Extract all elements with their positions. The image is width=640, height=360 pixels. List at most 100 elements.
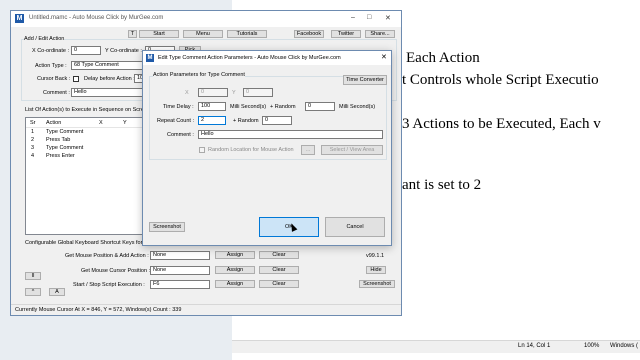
repeat-random-input[interactable]: 0 — [262, 116, 292, 125]
row-sr: 2 — [31, 137, 35, 143]
random-delay-input[interactable]: 0 — [305, 102, 335, 111]
shortcut-input-1[interactable]: None — [150, 251, 210, 260]
row-action: Type Comment — [46, 129, 84, 135]
dialog-close-icon[interactable]: ✕ — [381, 53, 387, 61]
cursor-back-checkbox[interactable] — [73, 76, 79, 82]
shortcut-section-label: Configurable Global Keyboard Shortcut Ke… — [25, 240, 149, 246]
clear-button-2[interactable]: Clear — [259, 266, 299, 274]
comment-label: Comment : — [43, 90, 70, 96]
main-status-bar: Currently Mouse Cursor At X = 846, Y = 5… — [11, 304, 401, 316]
row-sr: 4 — [31, 153, 35, 159]
move-up-button[interactable]: ^ — [25, 288, 41, 296]
repeat-count-input[interactable]: 2 — [198, 116, 226, 125]
assign-button-3[interactable]: Assign — [215, 280, 255, 288]
toolbar-start-button[interactable]: Start — [139, 30, 179, 38]
add-edit-group-label: Add / Edit Action — [24, 36, 65, 42]
assign-button-1[interactable]: Assign — [215, 251, 255, 259]
row-action: Press Enter — [46, 153, 75, 159]
dialog-screenshot-button[interactable]: Screenshot — [149, 222, 185, 232]
col-x-header[interactable]: X — [99, 120, 103, 126]
screenshot-button[interactable]: Screenshot — [359, 280, 395, 288]
notepad-line-1: Each Action — [406, 50, 480, 66]
toolbar-facebook-button[interactable]: Facebook — [294, 30, 324, 38]
y-coord-label: Y Co-ordinate : — [105, 48, 142, 54]
list-label: List Of Action(s) to Execute in Sequence… — [25, 107, 151, 113]
dialog-title: Edit Type Comment Action Parameters - Au… — [158, 55, 341, 61]
time-delay-input[interactable]: 100 — [198, 102, 226, 111]
row-action: Type Comment — [46, 145, 84, 151]
time-delay-label: Time Delay : — [163, 104, 194, 110]
notepad-line-2: t Controls whole Script Executio — [402, 72, 599, 88]
dots-button[interactable]: ... — [301, 145, 315, 155]
toolbar-twitter-button[interactable]: Twitter — [331, 30, 361, 38]
toolbar-tutorials-button[interactable]: Tutorials — [227, 30, 267, 38]
row-sr: 3 — [31, 145, 35, 151]
toolbar-t-button[interactable]: T — [128, 30, 137, 38]
dialog-comment-input[interactable]: Hello — [198, 130, 383, 139]
notepad-line-4: ant is set to 2 — [402, 177, 482, 193]
main-title-bar: M Untitled.mamc - Auto Mouse Click by Mu… — [11, 11, 401, 27]
shortcut-label-1: Get Mouse Position & Add Action : — [65, 253, 149, 259]
x-coord-label: X Co-ordinate : — [32, 48, 69, 54]
notepad-status-zoom: 100% — [584, 343, 600, 349]
toolbar-menu-button[interactable]: Menu — [183, 30, 223, 38]
minimize-icon[interactable]: – — [351, 14, 355, 21]
params-group-label: Action Parameters for Type Comment — [153, 72, 245, 78]
shortcut-input-2[interactable]: None — [150, 266, 210, 275]
table-row[interactable]: 2 Press Tab — [26, 136, 149, 144]
row-action: Press Tab — [46, 137, 71, 143]
main-status-text: Currently Mouse Cursor At X = 846, Y = 5… — [15, 307, 182, 313]
dialog-logo-icon: M — [146, 54, 154, 62]
row-sr: 1 — [31, 129, 35, 135]
table-row[interactable]: 3 Type Comment — [26, 144, 149, 152]
x-coord-input[interactable]: 0 — [71, 46, 101, 55]
delay-before-label: Delay before Action : — [84, 76, 135, 82]
comment-input[interactable]: Hello — [71, 88, 151, 97]
shortcut-label-2: Get Mouse Cursor Position : — [81, 268, 151, 274]
dialog-comment-label: Comment : — [167, 132, 194, 138]
action-type-label: Action Type : — [35, 63, 67, 69]
table-header: Sr Action X Y — [26, 118, 149, 128]
notepad-line-3: 3 Actions to be Executed, Each v — [402, 116, 601, 132]
shortcut-label-3: Start / Stop Script Execution : — [73, 282, 145, 288]
col-y-header[interactable]: Y — [123, 120, 127, 126]
notepad-status-pos: Ln 14, Col 1 — [518, 343, 551, 349]
time-converter-button[interactable]: Time Converter — [343, 75, 387, 85]
shortcut-input-3[interactable]: F6 — [150, 280, 210, 289]
repeat-count-label: Repeat Count : — [157, 118, 194, 124]
random-location-checkbox[interactable] — [199, 147, 205, 153]
cancel-button[interactable]: Cancel — [325, 217, 385, 237]
cursor-back-label: Cursor Back : — [37, 76, 71, 82]
action-type-select[interactable]: 68 Type Comment — [71, 61, 151, 70]
select-view-area-button[interactable]: Select / View Area — [321, 145, 383, 155]
ms-label-1: Milli Second(s) — [230, 104, 267, 110]
main-title: Untitled.mamc - Auto Mouse Click by MurG… — [29, 15, 164, 21]
clear-button-3[interactable]: Clear — [259, 280, 299, 288]
notepad-status-eol: Windows ( — [610, 343, 639, 349]
notepad-status-bar: Ln 14, Col 1 100% Windows ( — [232, 340, 640, 353]
y-input[interactable]: 0 — [243, 88, 273, 97]
clear-button-1[interactable]: Clear — [259, 251, 299, 259]
table-row[interactable]: 4 Press Enter — [26, 152, 149, 160]
x-input[interactable]: 0 — [198, 88, 228, 97]
random-location-label: Random Location for Mouse Action — [208, 147, 294, 153]
action-list-table[interactable]: Sr Action X Y 1 Type Comment 2 Press Tab… — [25, 117, 150, 235]
table-row[interactable]: 1 Type Comment — [26, 128, 149, 136]
x-label: X — [185, 90, 189, 96]
dialog-title-bar: M Edit Type Comment Action Parameters - … — [143, 51, 391, 65]
plus-random2-label: + Random — [233, 118, 259, 124]
pause-button[interactable]: II — [25, 272, 41, 280]
hide-button[interactable]: Hide — [366, 266, 386, 274]
toolbar-share-button[interactable]: Share... — [365, 30, 395, 38]
col-action-header[interactable]: Action — [46, 120, 61, 126]
col-sr-header[interactable]: Sr — [30, 120, 36, 126]
ms-label-2: Milli Second(s) — [339, 104, 376, 110]
maximize-icon[interactable]: □ — [367, 14, 371, 21]
close-icon[interactable]: ✕ — [385, 14, 391, 22]
app-logo-icon: M — [15, 14, 24, 23]
version-label: v99.1.1 — [366, 253, 385, 259]
plus-random-label: + Random — [270, 104, 296, 110]
edit-action-dialog: M Edit Type Comment Action Parameters - … — [142, 50, 392, 246]
a-button[interactable]: A — [49, 288, 65, 296]
assign-button-2[interactable]: Assign — [215, 266, 255, 274]
